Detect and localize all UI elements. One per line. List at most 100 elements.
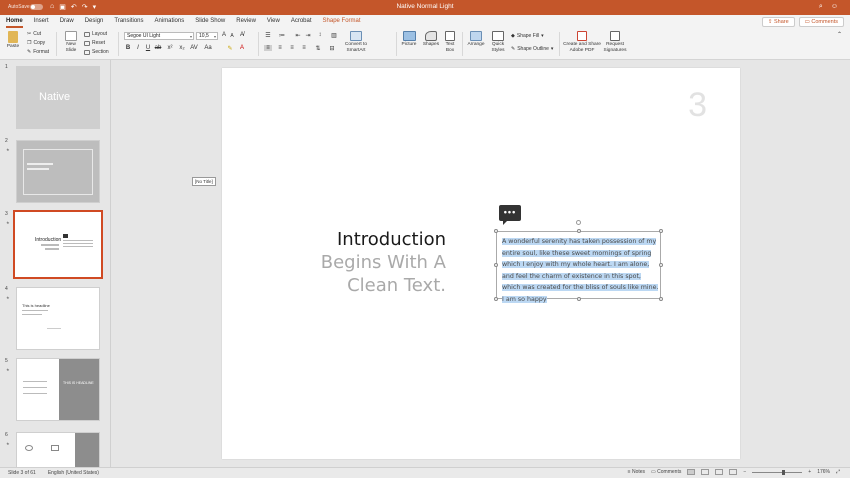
body-line: which I enjoy with my whole heart. I am … [502,261,650,268]
columns-icon[interactable]: ▥ [330,32,338,39]
paste-button[interactable]: Paste [5,31,21,50]
tab-review[interactable]: Review [236,15,256,28]
strikethrough-icon[interactable]: ab [154,45,162,51]
normal-view-icon[interactable] [687,469,696,475]
new-slide-button[interactable]: New Slide [62,31,80,53]
tab-animations[interactable]: Animations [155,15,185,28]
shapes-button[interactable]: Shapes [422,31,440,48]
fit-to-window-icon[interactable]: ⤢ [836,469,840,475]
zoom-out-icon[interactable]: − [743,469,746,475]
resize-handle[interactable] [659,229,663,233]
body-text[interactable]: A wonderful serenity has taken possessio… [502,236,660,305]
superscript-icon[interactable]: x² [166,45,174,51]
change-case-icon[interactable]: Aa [204,45,212,51]
reset-button[interactable]: Reset [84,40,105,46]
bullets-icon[interactable]: ☰ [264,32,272,39]
slide-thumbnail-4[interactable]: This is headline [16,287,100,350]
tab-transitions[interactable]: Transitions [114,15,143,28]
underline-icon[interactable]: U [144,45,152,51]
zoom-in-icon[interactable]: + [808,469,811,475]
highlight-icon[interactable]: ✎ [226,45,234,52]
tab-slide-show[interactable]: Slide Show [195,15,225,28]
grow-font-icon[interactable]: A [220,32,228,38]
bold-icon[interactable]: B [124,45,132,51]
search-icon[interactable]: ⌕ [819,3,823,11]
comments-button[interactable]: ▭ Comments [798,17,844,27]
clear-format-icon[interactable]: A̸ [238,32,246,38]
notes-button[interactable]: ≡ Notes [628,469,645,475]
copy-button[interactable]: ❐ Copy [27,40,45,46]
shapes-label: Shapes [422,42,440,47]
tab-view[interactable]: View [267,15,280,28]
thumb-title: Introduction [35,237,62,243]
slide-canvas[interactable]: 3 Introduction Begins With A Clean Text.… [112,60,850,467]
align-right-icon[interactable]: ≡ [288,45,296,51]
align-text-icon[interactable]: ⊟ [328,45,336,52]
italic-icon[interactable]: I [134,45,142,51]
shrink-font-icon[interactable]: A [228,33,236,39]
tab-shape-format[interactable]: Shape Format [323,15,361,28]
tab-design[interactable]: Design [85,15,104,28]
reading-view-icon[interactable] [715,469,724,475]
tab-acrobat[interactable]: Acrobat [291,15,312,28]
comment-icon[interactable]: ••• [499,205,521,225]
picture-button[interactable]: Picture [400,31,418,48]
collapse-ribbon-icon[interactable]: ⌃ [837,31,842,38]
resize-handle[interactable] [494,263,498,267]
resize-handle[interactable] [494,297,498,301]
font-color-icon[interactable]: A [238,45,246,51]
font-name-select[interactable]: Segoe UI Light ▾ [124,32,194,40]
increase-indent-icon[interactable]: ⇥ [304,32,312,39]
language[interactable]: English (United States) [48,470,99,476]
request-signatures-label: Request Signatures [603,42,627,53]
selected-text-box[interactable]: A wonderful serenity has taken possessio… [494,220,663,303]
slide[interactable]: 3 Introduction Begins With A Clean Text.… [222,68,740,459]
slide-thumbnail-pane[interactable]: 1 Native 2 ★ 3 ★ Introduction 4 ★ This i… [0,60,111,467]
zoom-slider-thumb[interactable] [782,469,786,475]
shape-outline-button[interactable]: ✎ Shape Outline ▾ [511,46,553,52]
slide-thumbnail-5[interactable]: THIS IS HEADLINE [16,358,100,421]
cut-label: Cut [33,31,41,37]
tab-home[interactable]: Home [6,15,23,28]
zoom-slider[interactable] [752,469,803,475]
resize-handle[interactable] [494,229,498,233]
new-slide-label: New Slide [65,42,77,53]
slideshow-icon[interactable] [729,469,738,475]
zoom-level[interactable]: 176% [817,469,830,475]
tab-draw[interactable]: Draw [60,15,74,28]
slide-thumbnail-1[interactable]: Native [16,66,100,129]
slide-thumbnail-3[interactable]: Introduction [13,210,103,279]
slide-sorter-icon[interactable] [701,469,710,475]
spacing-icon[interactable]: AV [190,45,198,51]
rotate-handle[interactable] [576,220,581,225]
align-left-icon[interactable]: ≡ [264,45,272,51]
create-share-pdf-button[interactable]: Create and Share Adobe PDF [562,31,602,53]
numbering-icon[interactable]: ≔ [278,32,286,39]
request-signatures-button[interactable]: Request Signatures [602,31,628,53]
resize-handle[interactable] [577,229,581,233]
shape-fill-button[interactable]: ◆ Shape Fill ▾ [511,33,544,39]
layout-button[interactable]: Layout [84,31,107,37]
convert-smartart-button[interactable]: Convert to SmartArt [343,31,369,53]
share-button[interactable]: ⇪ Share [761,17,795,27]
slide-thumbnail-2[interactable] [16,140,100,203]
account-icon[interactable]: ☺ [831,3,838,11]
quick-styles-button[interactable]: Quick Styles [488,31,508,53]
slide-thumbnail-6[interactable] [16,432,100,467]
decrease-indent-icon[interactable]: ⇤ [294,32,302,39]
arrange-button[interactable]: Arrange [466,31,486,48]
title-placeholder[interactable]: Introduction Begins With A Clean Text. [321,228,446,297]
font-size-select[interactable]: 10,5 ▾ [196,32,218,40]
comments-status-button[interactable]: ▭ Comments [651,469,681,475]
justify-icon[interactable]: ≡ [300,45,308,51]
align-center-icon[interactable]: ≡ [276,45,284,51]
text-box-button[interactable]: Text Box [442,31,458,53]
section-button[interactable]: Section [84,49,109,55]
cut-button[interactable]: ✂ Cut [27,31,41,37]
subscript-icon[interactable]: x₂ [178,45,186,51]
format-painter-button[interactable]: ✎ Format [27,49,49,55]
text-direction-icon[interactable]: ⇅ [314,45,322,52]
tab-insert[interactable]: Insert [34,15,49,28]
line-spacing-icon[interactable]: ↕ [316,32,324,38]
font-size-value: 10,5 [199,33,209,39]
